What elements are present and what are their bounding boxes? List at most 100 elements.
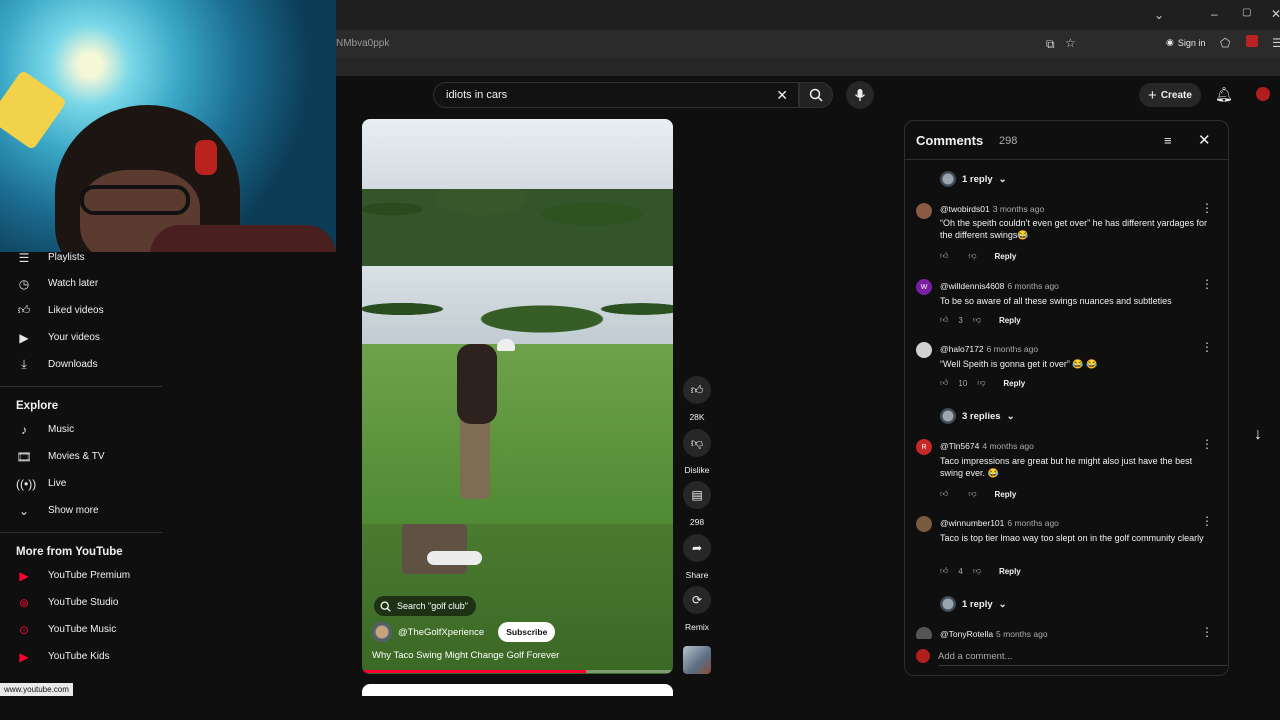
menu-icon[interactable]: ☰ bbox=[1272, 36, 1280, 50]
more-options-icon[interactable]: ⋮ bbox=[1201, 437, 1213, 451]
close-window-icon[interactable]: ✕ bbox=[1271, 7, 1280, 21]
comment-avatar[interactable]: R bbox=[916, 439, 932, 455]
sidebar-item-label: Movies & TV bbox=[48, 451, 105, 462]
search-input[interactable]: idiots in cars ✕ bbox=[433, 82, 799, 108]
webcam-overlay bbox=[0, 0, 336, 252]
subscribe-button[interactable]: Subscribe bbox=[498, 622, 556, 642]
comment-avatar[interactable]: W bbox=[916, 279, 932, 295]
bookmark-star-icon[interactable]: ☆ bbox=[1065, 36, 1076, 50]
comment-author[interactable]: @willdennis4608 6 months ago bbox=[940, 281, 1059, 291]
reply-button[interactable]: Reply bbox=[995, 490, 1017, 499]
url-text[interactable]: NMbva0ppk bbox=[336, 38, 389, 49]
next-short-preview bbox=[362, 684, 673, 696]
like-count: 3 bbox=[958, 315, 963, 325]
thumbs-down-icon[interactable]: 👎︎ bbox=[973, 315, 981, 325]
remix-button[interactable]: ⟳ Remix bbox=[683, 586, 711, 632]
sort-icon[interactable]: ≡ bbox=[1164, 133, 1172, 148]
comment-author[interactable]: @twobirds01 3 months ago bbox=[940, 204, 1044, 214]
thumbs-down-icon[interactable]: 👎︎ bbox=[968, 489, 976, 499]
minimize-icon[interactable]: – bbox=[1211, 7, 1218, 21]
thumbs-up-icon: 👍︎ bbox=[683, 376, 711, 404]
share-button[interactable]: ➦ Share bbox=[683, 534, 711, 580]
thumbs-down-icon[interactable]: 👎︎ bbox=[973, 566, 981, 576]
sound-thumbnail[interactable] bbox=[683, 646, 711, 674]
comment-icon: ▤ bbox=[683, 481, 711, 509]
notifications-bell-icon[interactable]: 🔔︎ bbox=[1215, 86, 1233, 103]
short-title[interactable]: Why Taco Swing Might Change Golf Forever bbox=[372, 650, 559, 661]
more-options-icon[interactable]: ⋮ bbox=[1201, 625, 1213, 639]
sidebar-item-show-more[interactable]: ⌄ Show more bbox=[0, 497, 162, 524]
tab-list-chevron-icon[interactable]: ⌄ bbox=[1154, 8, 1164, 22]
thumbs-down-icon[interactable]: 👎︎ bbox=[968, 251, 976, 261]
channel-avatar[interactable] bbox=[372, 622, 392, 642]
sidebar-item-playlists[interactable]: ☰ Playlists bbox=[0, 244, 162, 271]
search-chip-label: Search "golf club" bbox=[397, 601, 468, 611]
next-video-button[interactable]: ↓ bbox=[1244, 421, 1272, 449]
search-suggestion-chip[interactable]: Search "golf club" bbox=[374, 596, 476, 616]
comment-avatar[interactable] bbox=[916, 516, 932, 532]
short-video-player[interactable]: Search "golf club" @TheGolfXperience Sub… bbox=[362, 119, 673, 674]
thumbs-up-icon[interactable]: 👍︎ bbox=[940, 566, 948, 576]
close-icon[interactable]: ✕ bbox=[1198, 131, 1211, 149]
avatar[interactable] bbox=[1256, 87, 1270, 101]
view-replies-button[interactable]: 1 reply ⌄ bbox=[940, 596, 1007, 612]
voice-search-button[interactable] bbox=[846, 81, 874, 109]
sidebar-item-movies-tv[interactable]: 🎞︎ Movies & TV bbox=[0, 443, 162, 470]
chevron-down-icon: ⌄ bbox=[1006, 410, 1015, 422]
add-comment-field[interactable]: Add a comment... bbox=[916, 649, 1012, 663]
sidebar-item-watch-later[interactable]: ◷ Watch later bbox=[0, 270, 162, 297]
more-options-icon[interactable]: ⋮ bbox=[1201, 340, 1213, 354]
more-options-icon[interactable]: ⋮ bbox=[1201, 201, 1213, 215]
like-button[interactable]: 👍︎ 28K bbox=[683, 376, 711, 422]
view-replies-button[interactable]: 1 reply ⌄ bbox=[940, 171, 1007, 187]
comments-button[interactable]: ▤ 298 bbox=[683, 481, 711, 527]
comment-author[interactable]: @TonyRotella 5 months ago bbox=[940, 629, 1048, 639]
create-button[interactable]: + Create bbox=[1139, 83, 1201, 107]
comment-author[interactable]: @Tln5674 4 months ago bbox=[940, 441, 1034, 451]
comment-text: Taco is top tier lmao way too slept on i… bbox=[940, 533, 1204, 543]
explore-heading: Explore bbox=[16, 400, 59, 412]
thumbs-up-icon[interactable]: 👍︎ bbox=[940, 251, 948, 261]
maximize-icon[interactable]: ▢ bbox=[1242, 7, 1251, 18]
more-options-icon[interactable]: ⋮ bbox=[1201, 277, 1213, 291]
more-options-icon[interactable]: ⋮ bbox=[1201, 514, 1213, 528]
status-bar-url: www.youtube.com bbox=[0, 683, 73, 696]
comment-avatar[interactable] bbox=[916, 342, 932, 358]
comment-avatar[interactable] bbox=[916, 203, 932, 219]
sidebar-item-downloads[interactable]: ⤓ Downloads bbox=[0, 351, 162, 378]
sidebar-item-liked-videos[interactable]: 👍︎ Liked videos bbox=[0, 297, 162, 324]
search-icon bbox=[380, 601, 391, 612]
thumbs-up-icon[interactable]: 👍︎ bbox=[940, 489, 948, 499]
sidebar-item-your-videos[interactable]: ▶ Your videos bbox=[0, 324, 162, 351]
reply-button[interactable]: Reply bbox=[1003, 379, 1025, 388]
profile-icon[interactable] bbox=[1246, 35, 1258, 47]
extensions-icon[interactable]: ⬠ bbox=[1220, 36, 1230, 50]
install-app-icon[interactable]: ⧉ bbox=[1046, 37, 1055, 52]
sidebar-divider bbox=[0, 532, 162, 533]
reply-button[interactable]: Reply bbox=[995, 252, 1017, 261]
sidebar-item-youtube-premium[interactable]: ▶ YouTube Premium bbox=[0, 562, 162, 589]
thumbs-up-icon[interactable]: 👍︎ bbox=[940, 315, 948, 325]
sidebar-item-youtube-studio[interactable]: ⊚ YouTube Studio bbox=[0, 589, 162, 616]
reply-button[interactable]: Reply bbox=[999, 316, 1021, 325]
sign-in-button[interactable]: ◉ Sign in bbox=[1166, 37, 1205, 48]
like-count: 10 bbox=[958, 378, 968, 388]
comment-author[interactable]: @halo7172 6 months ago bbox=[940, 344, 1038, 354]
thumbs-down-icon[interactable]: 👎︎ bbox=[977, 378, 985, 388]
comment-author[interactable]: @winnumber101 6 months ago bbox=[940, 518, 1059, 528]
dislike-button[interactable]: 👎︎ Dislike bbox=[683, 429, 711, 475]
sidebar-item-youtube-kids[interactable]: ▶ YouTube Kids bbox=[0, 643, 162, 670]
thumbs-up-icon[interactable]: 👍︎ bbox=[940, 378, 948, 388]
like-count: 4 bbox=[958, 566, 963, 576]
sidebar-item-live[interactable]: ((•)) Live bbox=[0, 470, 162, 497]
sidebar-item-label: Playlists bbox=[48, 252, 85, 263]
clear-search-icon[interactable]: ✕ bbox=[776, 87, 788, 104]
search-button[interactable] bbox=[799, 82, 833, 108]
view-replies-button[interactable]: 3 replies ⌄ bbox=[940, 408, 1015, 424]
video-progress-bar[interactable] bbox=[362, 670, 673, 673]
sidebar-item-music[interactable]: ♪ Music bbox=[0, 416, 162, 443]
sidebar-item-label: YouTube Kids bbox=[48, 651, 110, 662]
reply-button[interactable]: Reply bbox=[999, 567, 1021, 576]
channel-name[interactable]: @TheGolfXperience bbox=[398, 627, 484, 638]
sidebar-item-youtube-music[interactable]: ⊙ YouTube Music bbox=[0, 616, 162, 643]
